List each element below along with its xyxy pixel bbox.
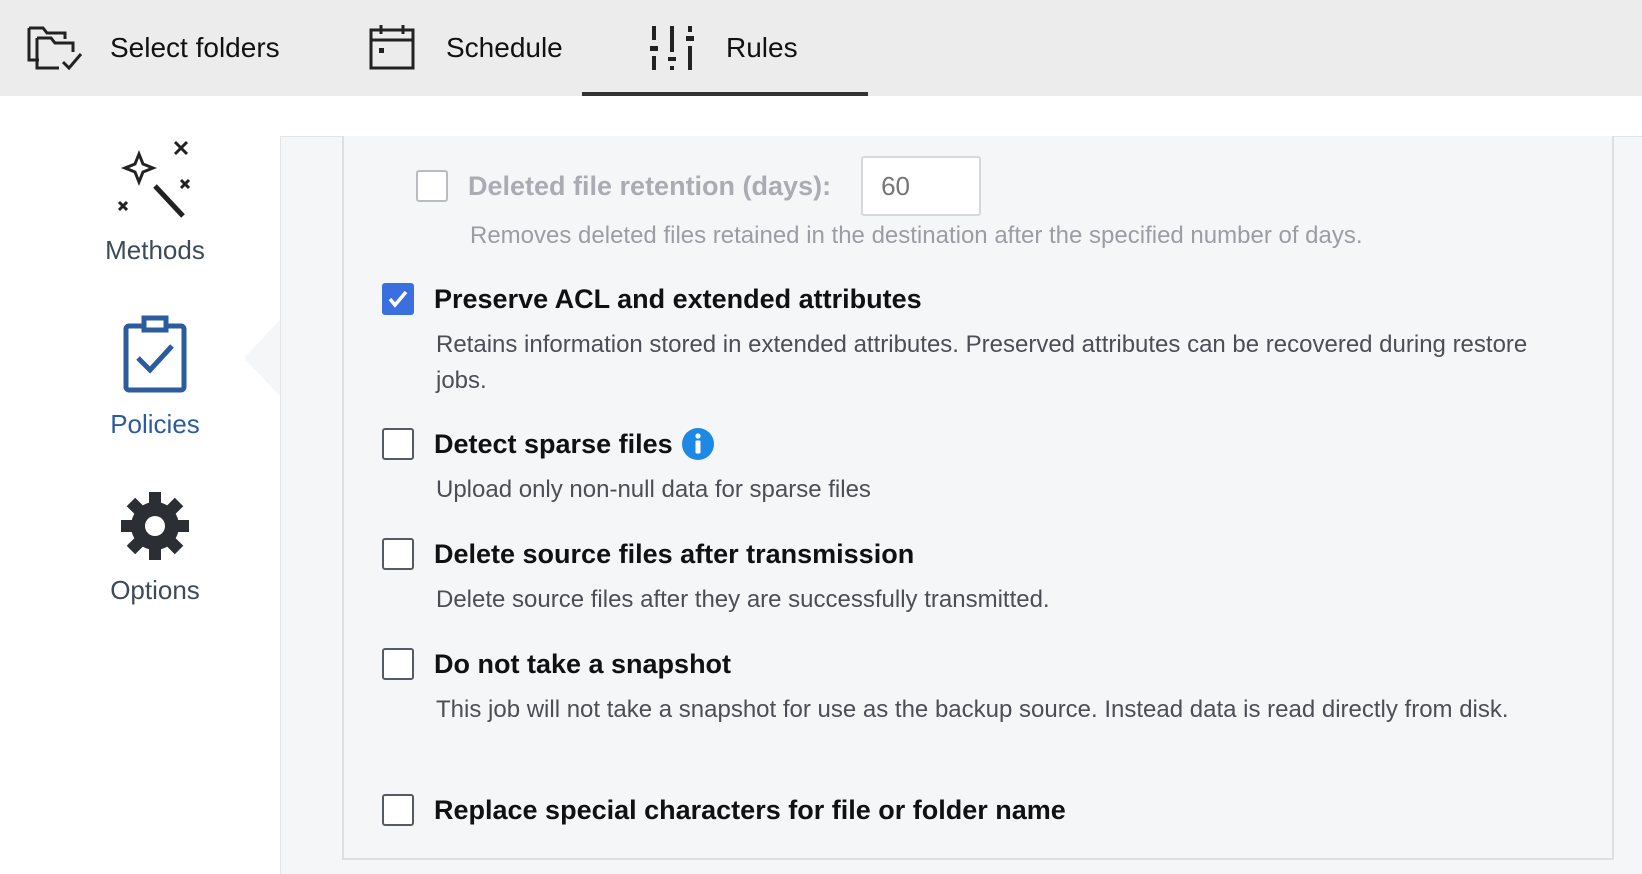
delete-source-checkbox[interactable]: [382, 538, 414, 570]
sparse-checkbox[interactable]: [382, 428, 414, 460]
option-title: Do not take a snapshot: [434, 648, 732, 679]
sliders-icon: [640, 20, 704, 76]
tab-label: Rules: [726, 32, 798, 63]
option-title: Replace special characters for file or f…: [434, 794, 1066, 825]
option-delete-source-files: Delete source files after transmission D…: [382, 534, 1582, 618]
active-nav-indicator: [244, 320, 280, 396]
tab-rules[interactable]: Rules: [582, 0, 868, 96]
option-detect-sparse-files: Detect sparse files Upload only non-null…: [382, 424, 1582, 508]
info-icon[interactable]: [681, 427, 715, 461]
option-title: Detect sparse files: [434, 428, 673, 459]
option-description: Delete source files after they are succe…: [436, 586, 1050, 613]
nav-label-options: Options: [110, 575, 200, 605]
acl-checkbox[interactable]: [382, 283, 414, 315]
tab-select-folders[interactable]: Select folders: [24, 0, 280, 96]
nav-label-policies: Policies: [110, 409, 200, 439]
option-preserve-acl: Preserve ACL and extended attributes Ret…: [382, 279, 1582, 399]
retention-days-input[interactable]: [861, 156, 982, 216]
calendar-icon: [360, 20, 424, 76]
option-replace-special-characters: Replace special characters for file or f…: [382, 790, 1582, 830]
nav-item-options[interactable]: Options: [0, 490, 310, 606]
option-description: Retains information stored in extended a…: [436, 331, 1528, 394]
retention-checkbox[interactable]: [416, 170, 448, 202]
nav-item-methods[interactable]: Methods: [0, 140, 310, 266]
checkmark-icon: [388, 290, 408, 308]
option-title: Preserve ACL and extended attributes: [434, 283, 922, 314]
option-no-snapshot: Do not take a snapshot This job will not…: [382, 644, 1582, 728]
option-description: This job will not take a snapshot for us…: [436, 696, 1509, 723]
option-title: Delete source files after transmission: [434, 538, 915, 569]
tab-schedule[interactable]: Schedule: [360, 0, 563, 96]
gear-icon: [119, 490, 191, 567]
option-description: Upload only non-null data for sparse fil…: [436, 476, 871, 503]
clipboard-check-icon: [120, 314, 190, 401]
folder-check-icon: [24, 20, 88, 76]
option-title: Deleted file retention (days):: [468, 170, 832, 201]
no-snapshot-checkbox[interactable]: [382, 648, 414, 680]
tab-label: Schedule: [446, 32, 563, 63]
replace-chars-checkbox[interactable]: [382, 794, 414, 826]
top-tab-bar: Select folders Schedule Rules: [0, 0, 1642, 96]
option-description: Removes deleted files retained in the de…: [470, 222, 1363, 249]
nav-label-methods: Methods: [105, 235, 205, 265]
option-deleted-file-retention: Deleted file retention (days): Removes d…: [416, 156, 1616, 254]
magic-wand-icon: [115, 140, 195, 227]
tab-label: Select folders: [110, 32, 280, 63]
side-navigation: Methods Policies Options: [0, 96, 280, 874]
